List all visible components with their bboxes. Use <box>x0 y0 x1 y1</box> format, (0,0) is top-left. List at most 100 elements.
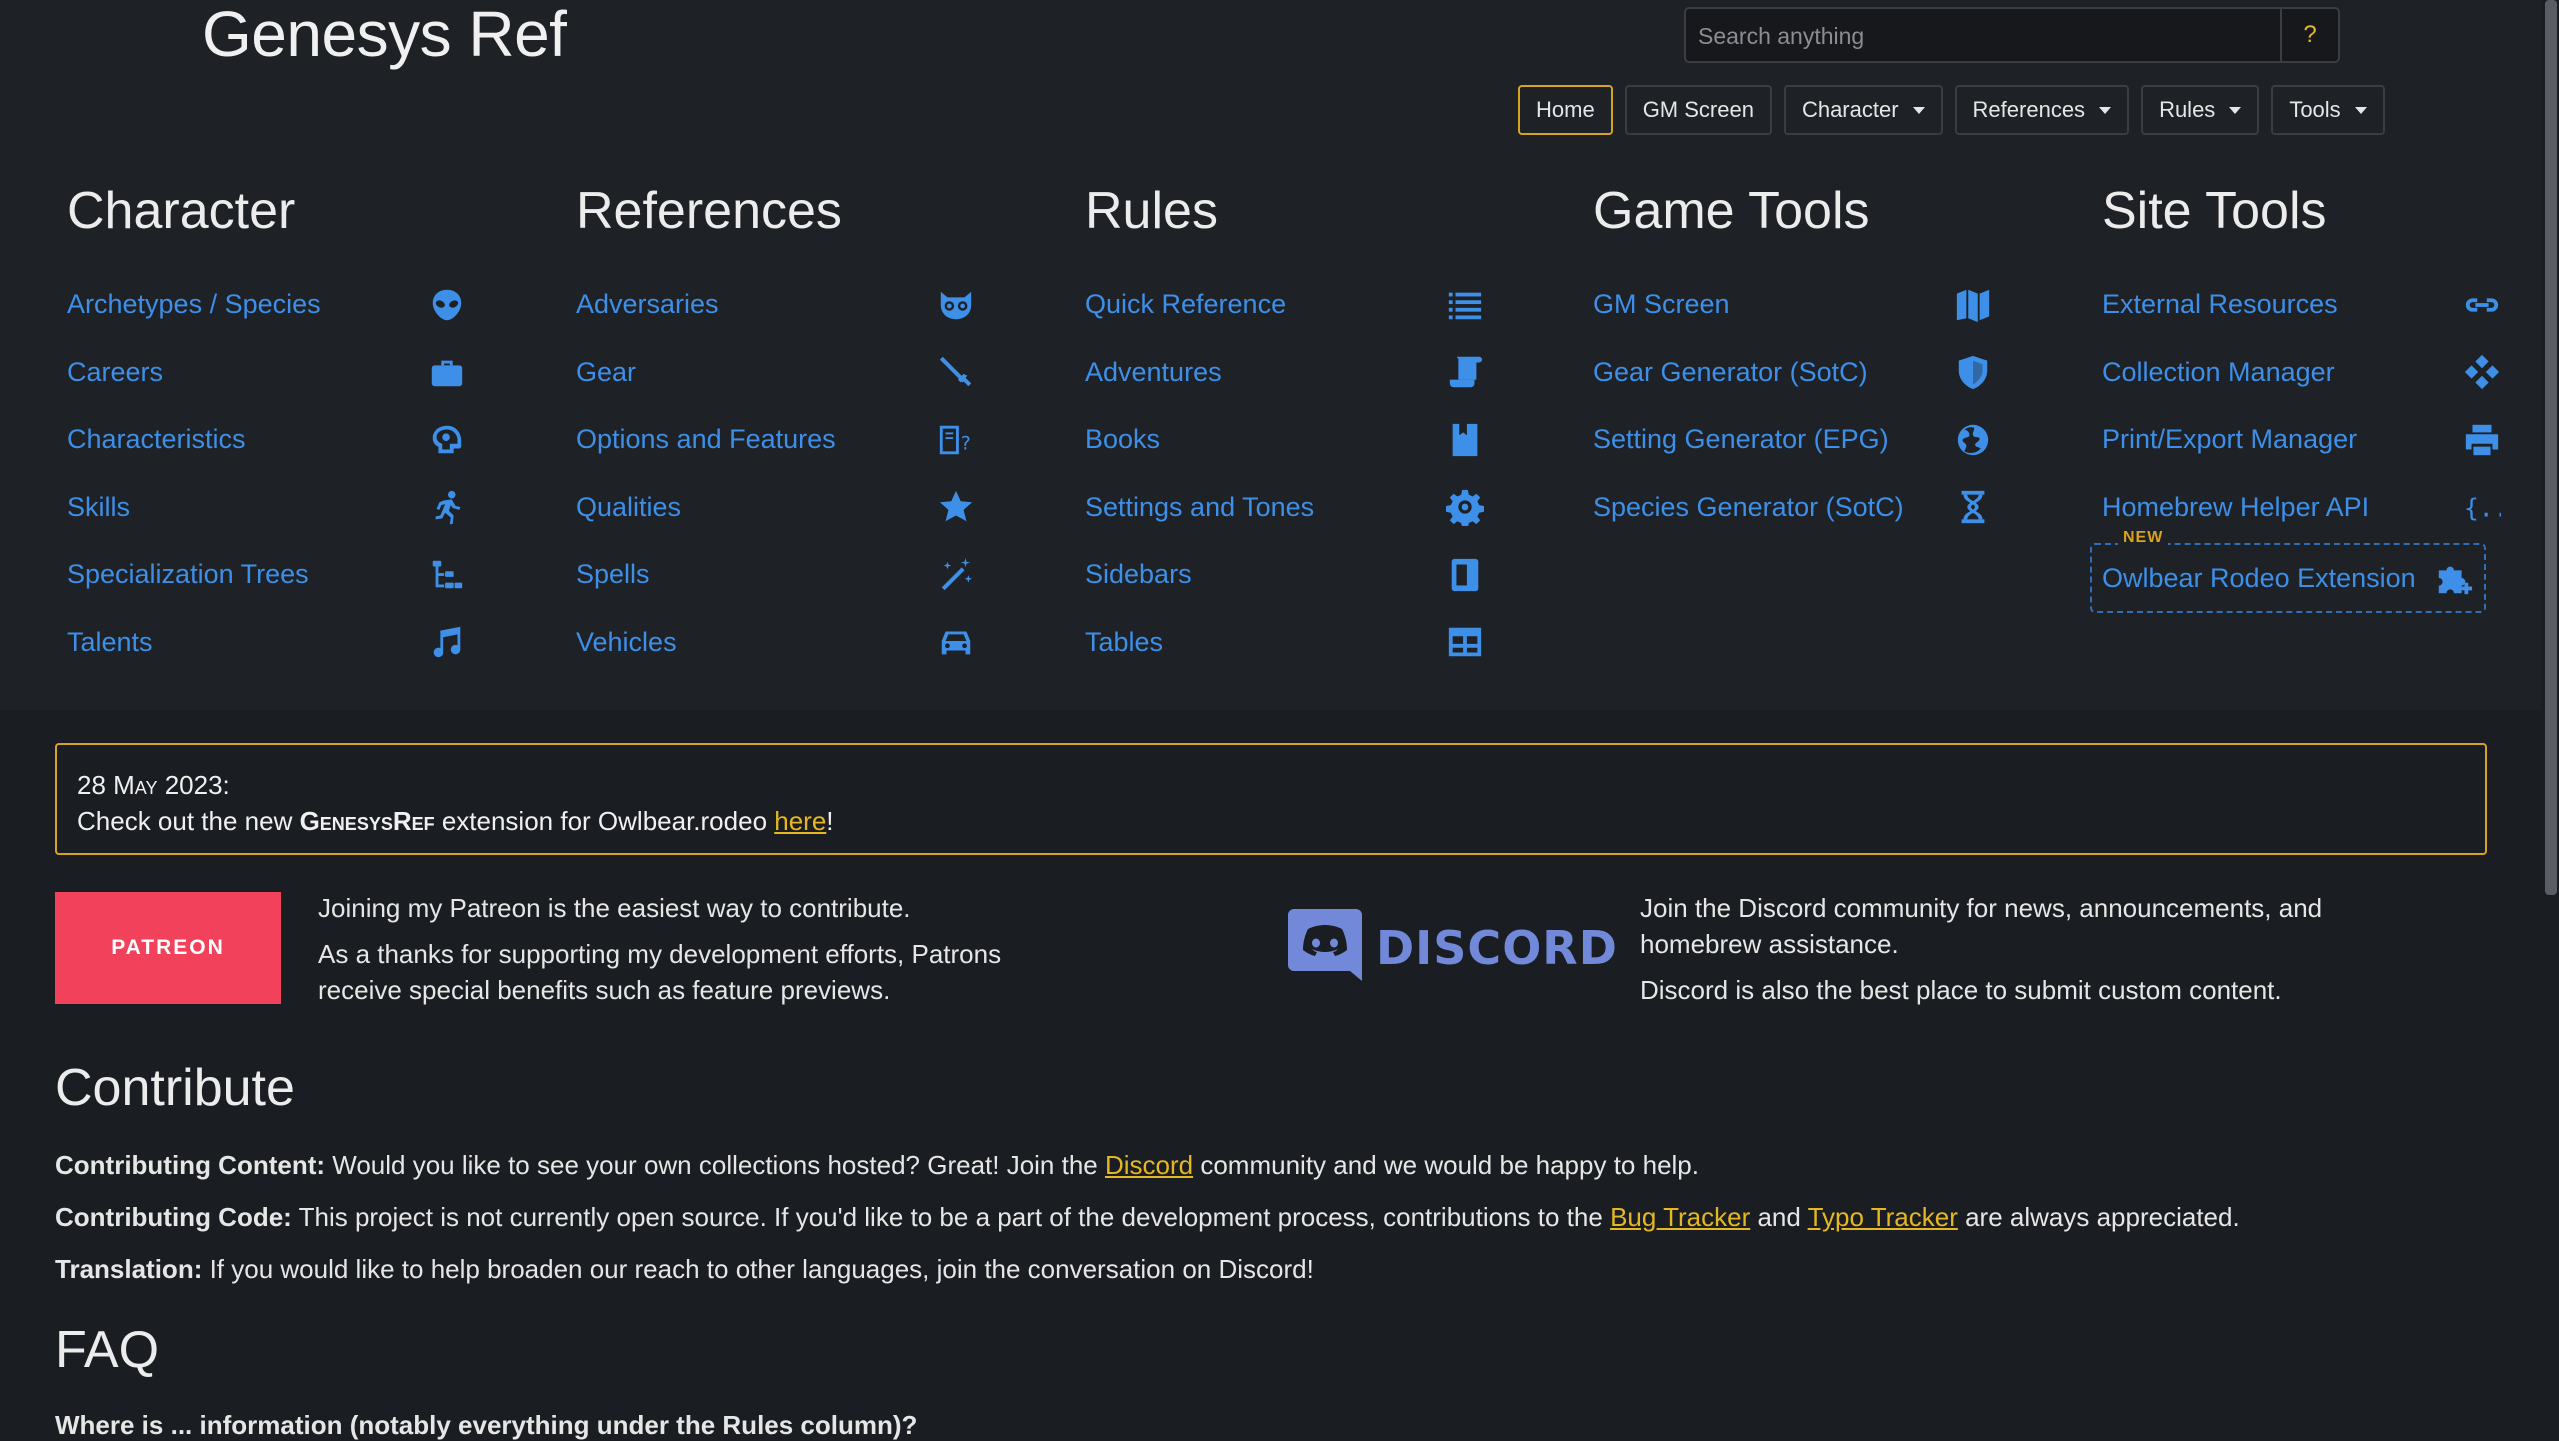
caret-down-icon <box>1912 106 1925 114</box>
patreon-button[interactable]: PATREON <box>55 892 281 1004</box>
typo-tracker-link[interactable]: Typo Tracker <box>1808 1202 1958 1232</box>
list-icon <box>1445 285 1485 325</box>
link-settings-and-tones[interactable]: Settings and Tones <box>1085 474 1485 542</box>
patreon-line: As a thanks for supporting my developmen… <box>318 939 1002 1005</box>
link-label: Books <box>1085 424 1161 455</box>
dna-icon <box>1953 487 1993 527</box>
link-tables[interactable]: Tables <box>1085 609 1485 677</box>
link-label: Characteristics <box>67 424 246 455</box>
scroll-icon <box>1445 352 1485 392</box>
announcement-text: extension for Owlbear.rodeo <box>434 806 775 836</box>
discord-description: Join the Discord community for news, ann… <box>1640 890 2440 1018</box>
globe-icon <box>1953 420 1993 460</box>
link-print-export-manager[interactable]: Print/Export Manager <box>2102 406 2502 474</box>
link-qualities[interactable]: Qualities <box>576 474 976 542</box>
link-archetypes-species[interactable]: Archetypes / Species <box>67 271 467 339</box>
link-vehicles[interactable]: Vehicles <box>576 609 976 677</box>
link-quick-reference[interactable]: Quick Reference <box>1085 271 1485 339</box>
link-label: Sidebars <box>1085 559 1192 590</box>
column-heading: Game Tools <box>1593 182 1870 240</box>
link-gm-screen[interactable]: GM Screen <box>1593 271 1993 339</box>
link-sidebars[interactable]: Sidebars <box>1085 541 1485 609</box>
link-specialization-trees[interactable]: Specialization Trees <box>67 541 467 609</box>
nav-label: Home <box>1536 97 1595 122</box>
link-gear[interactable]: Gear <box>576 339 976 407</box>
nav-home-button[interactable]: Home <box>1518 85 1613 135</box>
link-label: Specialization Trees <box>67 559 309 590</box>
link-owlbear-rodeo-extension[interactable]: NEW Owlbear Rodeo Extension <box>2090 529 2486 613</box>
link-adventures[interactable]: Adventures <box>1085 339 1485 407</box>
running-icon <box>427 487 467 527</box>
nav-gm-screen-button[interactable]: GM Screen <box>1624 85 1772 135</box>
column-site-tools: Site Tools External Resources Collection… <box>2090 175 2502 613</box>
link-collection-manager[interactable]: Collection Manager <box>2102 339 2502 407</box>
page-scrollbar[interactable] <box>2542 0 2559 1435</box>
nav-references-dropdown[interactable]: References <box>1954 85 2130 135</box>
patreon-description: Joining my Patreon is the easiest way to… <box>318 890 1078 1018</box>
nav-label: Rules <box>2159 97 2216 122</box>
link-label: Skills <box>67 491 131 522</box>
nav-tools-dropdown[interactable]: Tools <box>2271 85 2385 135</box>
link-careers[interactable]: Careers <box>67 339 467 407</box>
nav-label: Character <box>1801 97 1899 122</box>
mask-icon <box>936 285 976 325</box>
column-heading: Rules <box>1085 182 1218 240</box>
announcement-text: Check out the new <box>77 806 300 836</box>
search-help-button[interactable]: ? <box>2280 9 2338 61</box>
star-icon <box>936 487 976 527</box>
column-rules: Rules Quick Reference Adventures Books S… <box>1085 175 1485 676</box>
para-label: Translation: <box>55 1254 203 1284</box>
para-text: community and we would be happy to help. <box>1193 1150 1699 1180</box>
link-options-and-features[interactable]: Options and Features? <box>576 406 976 474</box>
diamonds-icon <box>2462 352 2502 392</box>
link-characteristics[interactable]: Characteristics <box>67 406 467 474</box>
link-label: Archetypes / Species <box>67 289 321 320</box>
para-text: are always appreciated. <box>1957 1202 2240 1232</box>
link-spells[interactable]: Spells <box>576 541 976 609</box>
link-label: Vehicles <box>576 626 677 657</box>
link-label: Talents <box>67 626 153 657</box>
link-label: Print/Export Manager <box>2102 424 2358 455</box>
scrollbar-thumb[interactable] <box>2545 0 2557 895</box>
link-gear-generator[interactable]: Gear Generator (SotC) <box>1593 339 1993 407</box>
nav-rules-dropdown[interactable]: Rules <box>2141 85 2260 135</box>
link-external-resources[interactable]: External Resources <box>2102 271 2502 339</box>
announcement-link[interactable]: here <box>774 806 826 836</box>
braces-icon: {..} <box>2462 487 2502 527</box>
caret-down-icon <box>2099 106 2112 114</box>
sword-icon <box>936 352 976 392</box>
svg-text:{..}: {..} <box>2464 494 2501 523</box>
table-icon <box>1445 622 1485 662</box>
site-title[interactable]: Genesys Ref <box>202 0 567 68</box>
link-adversaries[interactable]: Adversaries <box>576 271 976 339</box>
svg-text:?: ? <box>961 432 971 454</box>
nav-label: Tools <box>2289 97 2341 122</box>
alien-icon <box>427 285 467 325</box>
translation-paragraph: Translation: If you would like to help b… <box>55 1254 1314 1285</box>
link-label: Adversaries <box>576 289 719 320</box>
link-label: Quick Reference <box>1085 289 1287 320</box>
link-label: External Resources <box>2102 289 2338 320</box>
announcement-date: 28 May 2023: <box>77 770 230 800</box>
gear-icon <box>1445 487 1485 527</box>
contribute-heading: Contribute <box>55 1059 295 1117</box>
link-talents[interactable]: Talents <box>67 609 467 677</box>
link-icon <box>2462 285 2502 325</box>
bug-tracker-link[interactable]: Bug Tracker <box>1610 1202 1750 1232</box>
discord-link[interactable]: Discord <box>1105 1150 1193 1180</box>
link-books[interactable]: Books <box>1085 406 1485 474</box>
link-label: Options and Features <box>576 424 836 455</box>
link-label: Adventures <box>1085 356 1222 387</box>
nav-character-dropdown[interactable]: Character <box>1783 85 1943 135</box>
faq-question[interactable]: Where is ... information (notably everyt… <box>55 1410 917 1441</box>
link-skills[interactable]: Skills <box>67 474 467 542</box>
link-setting-generator[interactable]: Setting Generator (EPG) <box>1593 406 1993 474</box>
link-label: Tables <box>1085 626 1164 657</box>
column-character: Character Archetypes / Species Careers C… <box>67 175 467 676</box>
search-input[interactable] <box>1696 9 2260 63</box>
printer-icon <box>2462 420 2502 460</box>
column-heading: Character <box>67 182 296 240</box>
link-label: Owlbear Rodeo Extension <box>2102 562 2416 593</box>
discord-button[interactable]: DISCORD <box>1286 906 1617 990</box>
link-species-generator[interactable]: Species Generator (SotC) <box>1593 474 1993 542</box>
